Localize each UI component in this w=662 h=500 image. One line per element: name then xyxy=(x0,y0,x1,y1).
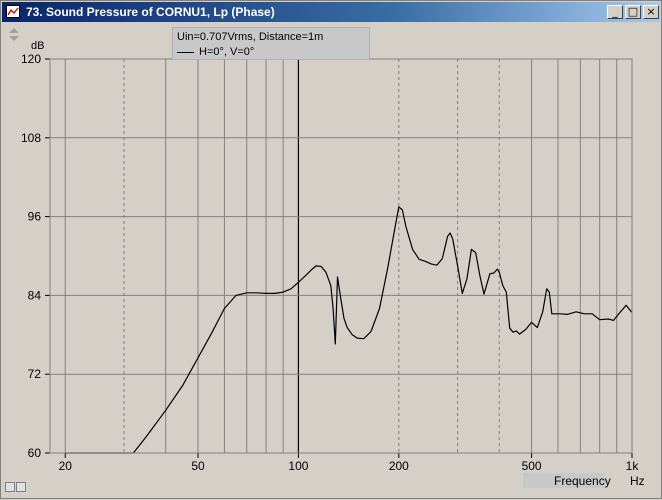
x-tick-label: 1k xyxy=(626,459,640,473)
y-tick-label: 120 xyxy=(21,52,41,66)
x-axis-label: Frequency xyxy=(554,474,611,488)
x-tick-label: 20 xyxy=(59,459,73,473)
measurement-info: Uin=0.707Vrms, Distance=1m xyxy=(177,31,324,43)
plot-area xyxy=(50,59,632,453)
y-tick-label: 84 xyxy=(28,288,42,302)
x-tick-label: 500 xyxy=(522,459,542,473)
chart-window: 73. Sound Pressure of CORNU1, Lp (Phase)… xyxy=(0,0,662,499)
x-tick-label: 50 xyxy=(191,459,205,473)
tool-icon-1[interactable] xyxy=(5,482,15,492)
y-tick-label: 96 xyxy=(28,210,42,224)
legend: Uin=0.707Vrms, Distance=1m H=0°, V=0° xyxy=(172,27,370,60)
y-tick-label: 60 xyxy=(28,446,42,460)
legend-line-swatch xyxy=(177,52,194,53)
frequency-response-chart[interactable]: 60 72 84 96 108 120 20 50 100 200 500 1k xyxy=(1,1,662,500)
x-tick-label: 200 xyxy=(389,459,409,473)
x-tick-label: 100 xyxy=(288,459,308,473)
tool-icon-2[interactable] xyxy=(16,482,26,492)
y-tick-label: 72 xyxy=(28,367,42,381)
x-axis-unit: Hz xyxy=(630,474,645,488)
legend-series-label: H=0°, V=0° xyxy=(199,46,255,58)
y-tick-label: 108 xyxy=(21,131,41,145)
